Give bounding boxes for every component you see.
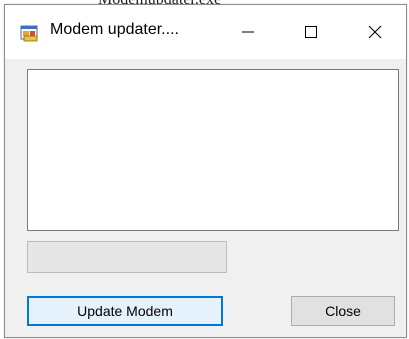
progress-bar: [27, 241, 227, 273]
close-icon: [368, 25, 382, 39]
modem-updater-window: Modem updater.... Update Modem Close: [4, 4, 407, 338]
maximize-button[interactable]: [281, 5, 341, 59]
maximize-icon: [305, 26, 317, 38]
update-modem-button[interactable]: Update Modem: [27, 296, 223, 326]
close-window-button[interactable]: [345, 5, 405, 59]
log-textbox[interactable]: [27, 69, 399, 231]
close-button[interactable]: Close: [291, 296, 395, 326]
minimize-icon: [242, 31, 254, 33]
app-window-icon: [20, 25, 38, 42]
minimize-button[interactable]: [218, 5, 278, 59]
window-title: Modem updater....: [50, 21, 179, 38]
title-bar[interactable]: Modem updater....: [5, 5, 406, 59]
